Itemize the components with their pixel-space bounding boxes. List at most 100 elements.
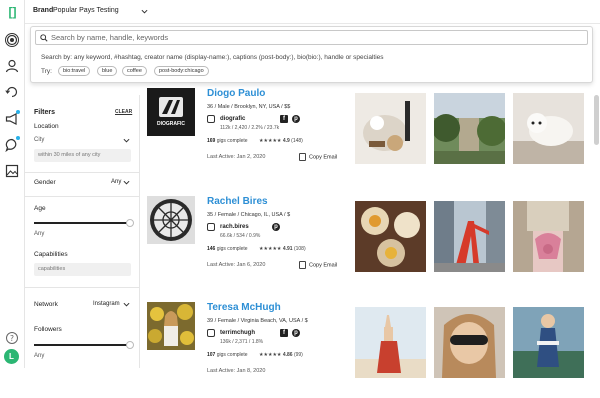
rating-value: 4.91	[282, 246, 293, 252]
post-thumbnail[interactable]	[355, 93, 426, 164]
creator-handle[interactable]: rach.bires	[220, 224, 249, 230]
copy-email-label: Copy Email	[309, 262, 338, 269]
post-thumbnail[interactable]	[434, 93, 505, 164]
creator-name[interactable]: Rachel Bires	[207, 196, 268, 207]
refresh-icon[interactable]	[5, 85, 19, 99]
pinterest-icon[interactable]: p	[292, 115, 300, 123]
app-logo[interactable]: []	[5, 5, 20, 20]
copy-email-button[interactable]: Copy Email	[299, 153, 337, 161]
try-label: Try:	[41, 68, 52, 75]
age-value: Any	[34, 231, 45, 237]
copy-email-button[interactable]: Copy Email	[299, 261, 337, 269]
post-thumbnail[interactable]	[355, 201, 426, 272]
instagram-icon[interactable]	[207, 223, 215, 231]
gigs-count: 146	[207, 246, 216, 252]
rating-value: 4.9	[282, 138, 290, 144]
megaphone-icon[interactable]	[5, 112, 19, 126]
creator-results: DIOGRAFIC Diogo Paulo 36 / Male / Brookl…	[141, 84, 600, 378]
chevron-down-icon[interactable]	[141, 8, 148, 15]
followers-slider-handle[interactable]	[126, 341, 134, 349]
review-count: (148)	[291, 138, 303, 144]
gigs-label: gigs complete	[216, 138, 248, 144]
city-radius-input[interactable]: within 30 miles of any city	[34, 149, 131, 162]
profile-photo[interactable]	[147, 302, 195, 350]
creator-stats: 66.6k / 534 / 0.9%	[220, 233, 261, 239]
creator-card: DIOGRAFIC Diogo Paulo 36 / Male / Brookl…	[141, 84, 600, 184]
filters-title: Filters	[34, 109, 56, 116]
star-icons: ★★★★★	[259, 246, 282, 252]
user-icon[interactable]	[5, 59, 19, 73]
gigs-label: gigs complete	[216, 352, 248, 358]
chevron-down-icon[interactable]	[123, 137, 130, 144]
search-suggestion-chip[interactable]: post-body:chicago	[154, 66, 209, 76]
location-label: Location	[34, 123, 59, 130]
facebook-icon[interactable]: f	[280, 115, 288, 123]
search-suggestion-chip[interactable]: coffee	[122, 66, 147, 76]
divider	[25, 287, 140, 288]
followers-label: Followers	[34, 326, 62, 333]
age-slider-handle[interactable]	[126, 219, 134, 227]
last-active: Last Active: Jan 6, 2020	[207, 262, 266, 268]
age-label: Age	[34, 205, 46, 212]
gigs-complete: 107 gigs complete	[207, 352, 248, 358]
post-thumbnail[interactable]	[434, 307, 505, 378]
facebook-icon[interactable]: f	[280, 329, 288, 337]
creator-handle[interactable]: diografic	[220, 116, 245, 122]
clear-filters-button[interactable]: CLEAR	[115, 109, 132, 115]
creator-meta: 39 / Female / Virginia Beach, VA, USA / …	[207, 318, 308, 324]
help-icon[interactable]: ?	[5, 331, 19, 345]
left-rail: [] ? L	[0, 0, 25, 368]
divider	[25, 196, 140, 197]
pinterest-icon[interactable]: p	[292, 329, 300, 337]
rating-value: 4.86	[282, 352, 293, 358]
creator-name[interactable]: Teresa McHugh	[207, 302, 281, 313]
capabilities-label: Capabilities	[34, 251, 68, 258]
creator-meta: 36 / Male / Brooklyn, NY, USA / $$	[207, 104, 291, 110]
gallery-icon[interactable]	[5, 164, 19, 178]
gigs-count: 169	[207, 138, 216, 144]
review-count: (99)	[293, 352, 303, 358]
post-thumbnail[interactable]	[513, 307, 584, 378]
creator-name[interactable]: Diogo Paulo	[207, 88, 265, 99]
profile-photo[interactable]: DIOGRAFIC	[147, 88, 195, 136]
followers-value: Any	[34, 353, 45, 359]
broadcast-icon[interactable]	[5, 33, 19, 47]
results-scrollbar[interactable]	[594, 95, 599, 145]
followers-slider[interactable]	[34, 341, 134, 349]
post-thumbnail[interactable]	[513, 93, 584, 164]
search-icon	[40, 34, 48, 42]
network-select[interactable]: Instagram	[93, 301, 120, 307]
copy-email-label: Copy Email	[309, 154, 338, 161]
search-input[interactable]	[51, 32, 571, 43]
brand-selector[interactable]: Popular Pays Testing	[53, 7, 119, 14]
gender-label: Gender	[34, 179, 56, 186]
post-thumbnail[interactable]	[434, 201, 505, 272]
avatar[interactable]: L	[4, 349, 19, 364]
creator-handle[interactable]: terrimchugh	[220, 330, 255, 336]
capabilities-input[interactable]: capabilities	[34, 263, 131, 276]
creator-card: Teresa McHugh 39 / Female / Virginia Bea…	[141, 298, 600, 398]
instagram-icon[interactable]	[207, 329, 215, 337]
profile-photo[interactable]	[147, 196, 195, 244]
filters-panel: Filters CLEAR Location City within 30 mi…	[25, 95, 140, 368]
chevron-down-icon[interactable]	[123, 301, 130, 308]
post-thumbnail[interactable]	[355, 307, 426, 378]
search-suggestion-chip[interactable]: bio:travel	[58, 66, 91, 76]
chat-icon[interactable]	[5, 138, 19, 152]
profile-logo-text: DIOGRAFIC	[157, 121, 185, 127]
gigs-complete: 169 gigs complete	[207, 138, 248, 144]
search-suggestion-chip[interactable]: blue	[97, 66, 118, 76]
age-slider[interactable]	[34, 219, 134, 227]
last-active: Last Active: Jan 2, 2020	[207, 154, 266, 160]
pinterest-icon[interactable]: p	[272, 223, 280, 231]
city-label: City	[34, 137, 45, 143]
rating: ★★★★★ 4.9 (148)	[259, 138, 303, 144]
creator-stats: 136k / 2,371 / 1.8%	[220, 339, 264, 345]
gender-select[interactable]: Any	[111, 179, 121, 185]
instagram-icon[interactable]	[207, 115, 215, 123]
post-thumbnail[interactable]	[513, 201, 584, 272]
brand-label: Brand	[33, 7, 54, 14]
chevron-down-icon[interactable]	[123, 179, 130, 186]
star-icons: ★★★★★	[259, 138, 282, 144]
search-box[interactable]	[35, 30, 588, 45]
